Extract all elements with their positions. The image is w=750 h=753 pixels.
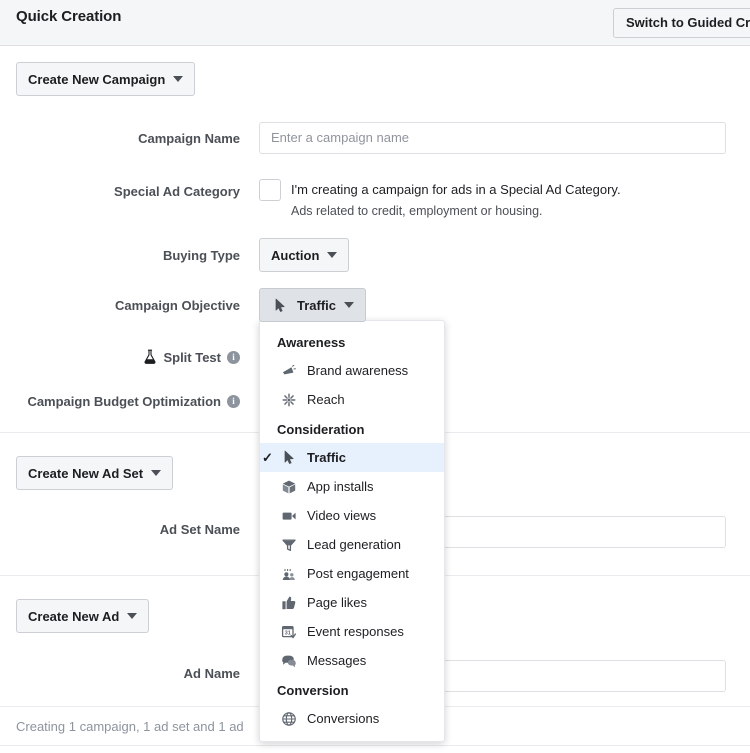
create-new-ad-button[interactable]: Create New Ad: [16, 599, 150, 633]
split-test-label: Split Test: [163, 349, 221, 365]
menu-item-label: App installs: [307, 479, 374, 494]
campaign-name-placeholder: Enter a campaign name: [271, 130, 410, 145]
buying-type-dropdown[interactable]: Auction: [259, 238, 350, 272]
flask-icon: [143, 349, 157, 365]
menu-group-title: Conversion: [277, 683, 349, 698]
menu-group-title: Consideration: [277, 422, 365, 437]
cursor-pointer-icon: [271, 296, 289, 314]
ad-name-label: Ad Name: [183, 665, 240, 681]
reach-burst-icon: [280, 391, 298, 409]
megaphone-icon: [280, 362, 298, 380]
menu-item-video-views[interactable]: Video views: [260, 501, 444, 530]
calendar-check-icon: 31: [280, 623, 298, 641]
create-new-ad-label: Create New Ad: [28, 608, 120, 624]
ad-set-name-label: Ad Set Name: [159, 521, 240, 537]
special-ad-category-sub-text: Ads related to credit, employment or hou…: [291, 204, 543, 218]
menu-item-traffic[interactable]: ✓ Traffic: [260, 443, 444, 472]
campaign-objective-label: Campaign Objective: [115, 297, 240, 313]
menu-item-brand-awareness[interactable]: Brand awareness: [260, 356, 444, 385]
campaign-name-input[interactable]: Enter a campaign name: [259, 122, 726, 154]
menu-item-page-likes[interactable]: Page likes: [260, 588, 444, 617]
menu-item-label: Brand awareness: [307, 363, 409, 378]
page-header: Quick Creation Switch to Guided Cre: [0, 0, 750, 46]
create-new-campaign-label: Create New Campaign: [28, 71, 166, 87]
menu-item-conversions[interactable]: Conversions: [260, 704, 444, 733]
info-icon[interactable]: i: [227, 350, 240, 364]
create-new-ad-set-button[interactable]: Create New Ad Set: [16, 456, 174, 490]
create-new-campaign-button[interactable]: Create New Campaign: [16, 62, 196, 96]
menu-item-messages[interactable]: Messages: [260, 646, 444, 675]
menu-item-app-installs[interactable]: App installs: [260, 472, 444, 501]
menu-item-label: Traffic: [307, 450, 347, 465]
switch-to-guided-creation-button[interactable]: Switch to Guided Cre: [613, 8, 750, 38]
menu-item-label: Reach: [307, 392, 345, 407]
cursor-pointer-icon: [280, 449, 298, 467]
menu-item-label: Event responses: [307, 624, 404, 639]
globe-icon: [280, 710, 298, 728]
chevron-down-icon: [344, 302, 355, 308]
special-ad-category-label: Special Ad Category: [114, 183, 240, 199]
footer-divider: [0, 745, 750, 746]
menu-group-title: Awareness: [277, 335, 346, 350]
creation-status-text: Creating 1 campaign, 1 ad set and 1 ad: [16, 719, 244, 734]
special-ad-category-checkbox[interactable]: [259, 179, 281, 201]
chevron-down-icon: [327, 252, 338, 258]
chevron-down-icon: [151, 470, 162, 476]
check-icon: ✓: [262, 449, 273, 465]
video-camera-icon: [280, 507, 298, 525]
people-icon: [280, 565, 298, 583]
chat-bubbles-icon: [280, 652, 298, 670]
menu-item-label: Messages: [307, 653, 367, 668]
menu-item-lead-generation[interactable]: Lead generation: [260, 530, 444, 559]
campaign-name-label: Campaign Name: [138, 130, 240, 146]
thumbs-up-icon: [280, 594, 298, 612]
create-new-ad-set-label: Create New Ad Set: [28, 465, 144, 481]
menu-item-label: Page likes: [307, 595, 367, 610]
quick-creation-page: Quick Creation Switch to Guided Cre Crea…: [0, 0, 750, 753]
page-title: Quick Creation: [16, 8, 122, 25]
menu-item-post-engagement[interactable]: Post engagement: [260, 559, 444, 588]
campaign-budget-optimization-label: Campaign Budget Optimization: [27, 393, 221, 409]
svg-text:31: 31: [285, 630, 291, 636]
campaign-objective-value: Traffic: [297, 297, 337, 313]
campaign-objective-menu[interactable]: Awareness Brand awareness Reach Considerati…: [259, 320, 445, 742]
menu-item-label: Video views: [307, 508, 377, 523]
chevron-down-icon: [173, 76, 184, 82]
menu-item-label: Post engagement: [307, 566, 409, 581]
buying-type-label: Buying Type: [162, 247, 240, 263]
buying-type-value: Auction: [271, 247, 320, 263]
menu-item-reach[interactable]: Reach: [260, 385, 444, 414]
info-icon[interactable]: i: [227, 394, 240, 408]
special-ad-category-checkbox-text: I'm creating a campaign for ads in a Spe…: [291, 182, 621, 197]
campaign-objective-dropdown[interactable]: Traffic: [259, 288, 367, 322]
campaign-budget-optimization-row: Campaign Budget Optimization i: [0, 392, 240, 410]
chevron-down-icon: [127, 613, 138, 619]
funnel-icon: [280, 536, 298, 554]
box-icon: [280, 478, 298, 496]
menu-item-label: Lead generation: [307, 537, 401, 552]
split-test-row: Split Test i: [0, 348, 240, 366]
menu-item-event-responses[interactable]: 31 Event responses: [260, 617, 444, 646]
menu-item-label: Conversions: [307, 711, 380, 726]
